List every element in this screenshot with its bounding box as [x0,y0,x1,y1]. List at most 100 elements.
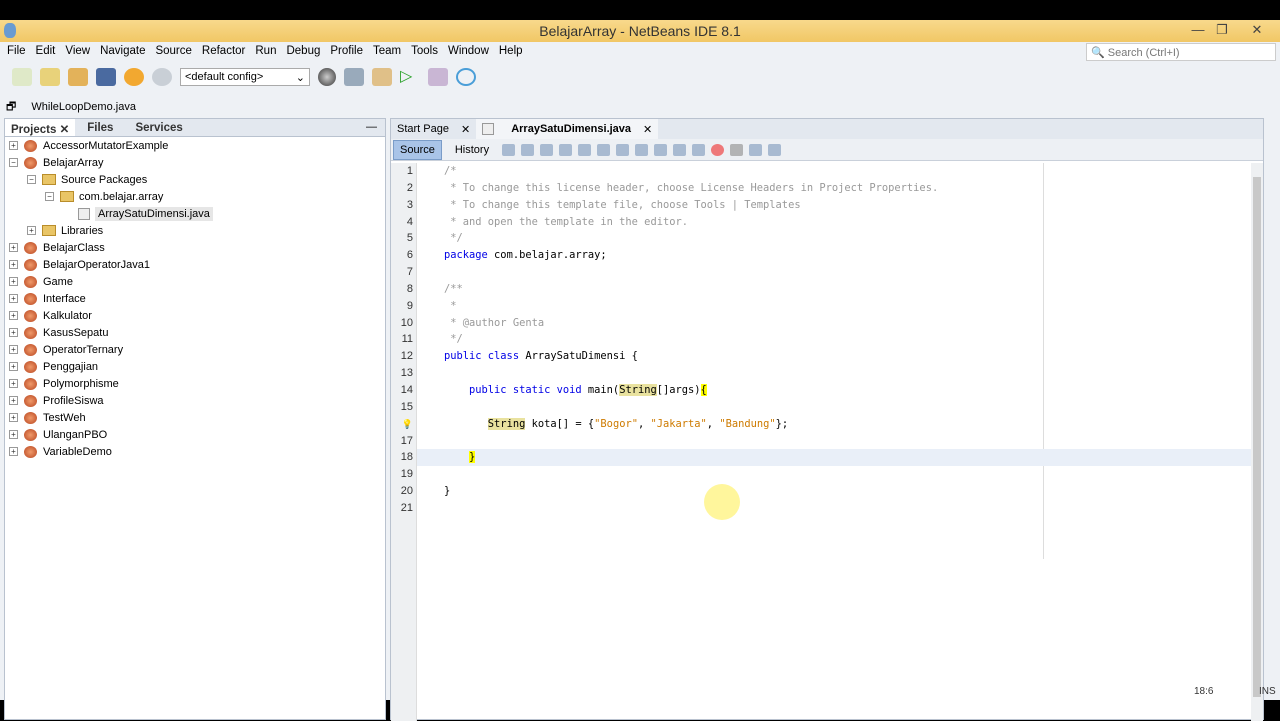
close-icon[interactable]: ✕ [643,123,652,136]
tree-node[interactable]: − com.belajar.array [5,188,385,205]
tab-files[interactable]: Files [81,119,119,136]
menu-run[interactable]: Run [250,42,281,62]
expand-icon[interactable]: + [9,277,18,286]
menu-edit[interactable]: Edit [31,42,61,62]
stop-macro-icon[interactable] [730,143,744,156]
record-macro-icon[interactable] [711,143,725,156]
code-line[interactable]: 1 /* [407,163,1253,180]
close-icon[interactable]: ✕ [60,124,70,136]
redo-icon[interactable] [152,68,172,86]
close-icon[interactable]: ✕ [461,123,470,136]
open-project-icon[interactable] [68,68,88,86]
menu-source[interactable]: Source [150,42,196,62]
restore-button[interactable]: ❐ [1210,22,1234,38]
tree-node[interactable]: + AccessorMutatorExample [5,137,385,154]
expand-icon[interactable]: + [9,294,18,303]
code-line[interactable]: 5 */ [407,230,1253,247]
tree-node[interactable]: + VariableDemo [5,443,385,460]
tab-projects[interactable]: Projects ✕ [5,119,76,136]
collapse-icon[interactable]: − [45,192,54,201]
browser-icon[interactable] [318,68,336,86]
menu-refactor[interactable]: Refactor [197,42,250,62]
find-icon[interactable] [540,143,554,156]
expand-icon[interactable]: + [9,260,18,269]
shift-right-icon[interactable] [692,143,706,156]
history-button[interactable]: History [448,140,496,160]
back-icon[interactable] [521,143,535,156]
tree-node[interactable]: + Kalkulator [5,307,385,324]
tree-node[interactable]: + Interface [5,290,385,307]
expand-icon[interactable]: + [9,379,18,388]
code-line[interactable]: 21 [401,500,1253,517]
code-line[interactable]: 11 */ [402,331,1253,348]
tree-node[interactable]: + BelajarClass [5,239,385,256]
tree-node[interactable]: + UlanganPBO [5,426,385,443]
menu-debug[interactable]: Debug [281,42,325,62]
tab-arraysatudimensi[interactable]: ArraySatuDimensi.java ✕ [476,119,659,139]
new-file-icon[interactable] [12,68,32,86]
code-line[interactable]: 19 [401,466,1253,483]
expand-icon[interactable]: + [9,141,18,150]
uncomment-icon[interactable] [768,143,782,156]
menu-profile[interactable]: Profile [325,42,368,62]
undo-icon[interactable] [124,68,144,86]
code-line[interactable]: 10 * @author Genta [401,315,1253,332]
code-line[interactable]: 15 [401,399,1253,416]
config-select[interactable]: <default config> ⌄ [180,68,310,86]
expand-icon[interactable]: + [9,447,18,456]
tree-node[interactable]: + Polymorphisme [5,375,385,392]
code-line[interactable]: 2 * To change this license header, choos… [407,180,1253,197]
search-input[interactable]: 🔍 Search (Ctrl+I) [1086,43,1276,61]
code-line[interactable]: 7 [407,264,1253,281]
expand-icon[interactable]: + [9,396,18,405]
run-icon[interactable]: ▷ [400,68,420,86]
toggle-highlight-icon[interactable] [597,143,611,156]
source-button[interactable]: Source [393,139,442,160]
last-edit-icon[interactable] [502,143,516,156]
expand-icon[interactable]: + [9,243,18,252]
expand-icon[interactable]: + [9,328,18,337]
tree-node[interactable]: − Source Packages [5,171,385,188]
expand-icon[interactable]: + [9,430,18,439]
code-line[interactable]: 3 * To change this template file, choose… [407,197,1253,214]
menu-team[interactable]: Team [368,42,406,62]
code-line[interactable]: 14 public static void main(String[]args)… [401,382,1253,399]
build-icon[interactable] [344,68,364,86]
code-line[interactable]: 8 /** [407,281,1253,298]
menu-navigate[interactable]: Navigate [95,42,150,62]
profile-icon[interactable] [456,68,476,86]
menu-tools[interactable]: Tools [406,42,443,62]
save-all-icon[interactable] [96,68,116,86]
debug-icon[interactable] [428,68,448,86]
tree-node[interactable]: + OperatorTernary [5,341,385,358]
code-line[interactable]: 9 * [407,298,1253,315]
scrollbar-thumb[interactable] [1253,177,1261,697]
tab-start-page[interactable]: Start Page ✕ [391,119,476,139]
pinned-file[interactable]: 🗗 WhileLoopDemo.java [6,98,136,117]
code-line[interactable]: 6 package com.belajar.array; [407,247,1253,264]
menu-help[interactable]: Help [494,42,528,62]
code-line[interactable]: 17 [401,433,1253,450]
code-line[interactable]: 12 public class ArraySatuDimensi { [401,348,1253,365]
shift-left-icon[interactable] [673,143,687,156]
new-project-icon[interactable] [40,68,60,86]
tree-node[interactable]: − BelajarArray [5,154,385,171]
comment-icon[interactable] [749,143,763,156]
close-button[interactable]: ✕ [1245,22,1269,38]
tree-node[interactable]: + TestWeh [5,409,385,426]
code-line[interactable]: 💡 String kota[] = {"Bogor", "Jakarta", "… [402,416,1253,433]
clean-build-icon[interactable] [372,68,392,86]
expand-icon[interactable]: + [9,362,18,371]
expand-icon[interactable]: + [9,413,18,422]
tree-node[interactable]: + BelajarOperatorJava1 [5,256,385,273]
tree-node[interactable]: + Game [5,273,385,290]
find-next-icon[interactable] [578,143,592,156]
collapse-icon[interactable]: − [9,158,18,167]
expand-icon[interactable]: + [27,226,36,235]
tab-services[interactable]: Services [129,119,188,136]
code-line[interactable]: 4 * and open the template in the editor. [407,214,1253,231]
menu-file[interactable]: File [2,42,31,62]
hint-bulb-icon[interactable]: 💡 [402,419,413,429]
previous-bookmark-icon[interactable] [616,143,630,156]
tree-node[interactable]: + KasusSepatu [5,324,385,341]
